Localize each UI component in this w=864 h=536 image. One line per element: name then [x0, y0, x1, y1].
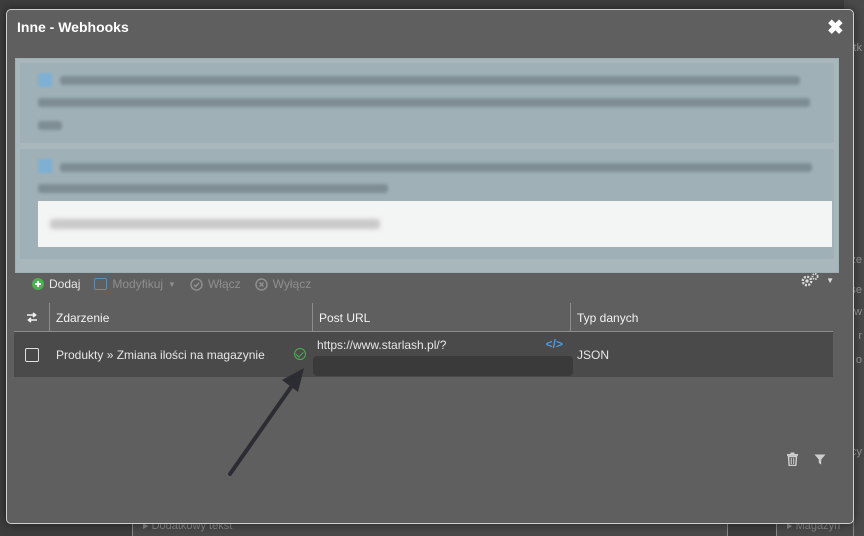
enable-label: Włącz [207, 277, 241, 291]
column-header-data-type[interactable]: Typ danych [571, 303, 833, 332]
table-row[interactable]: Produkty » Zmiana ilości na magazynie ht… [14, 332, 833, 377]
data-type-text: JSON [577, 347, 610, 362]
check-circle-icon [190, 277, 203, 291]
disable-label: Wyłącz [272, 277, 312, 291]
plus-circle-icon [32, 278, 44, 290]
row-select-cell [14, 332, 50, 377]
chevron-down-icon: ▼ [826, 275, 834, 285]
modify-label: Modyfikuj [112, 277, 164, 291]
post-url-cell: https://www.starlash.pl/? </> [313, 332, 573, 377]
toolbar: Dodaj Modyfikuj ▼ Włącz Wyłącz [32, 274, 311, 294]
background-text: o [855, 354, 862, 366]
info-icon [38, 159, 52, 173]
add-label: Dodaj [49, 277, 81, 291]
swap-icon [26, 312, 37, 323]
trash-icon[interactable] [786, 452, 799, 466]
enable-button[interactable]: Włącz [190, 277, 241, 291]
background-text: r [858, 330, 862, 342]
info-box-2 [20, 149, 834, 259]
post-url-text: https://www.starlash.pl/? [317, 338, 447, 352]
webhooks-modal: Inne - Webhooks ✖ [6, 9, 854, 524]
data-type-cell: JSON [571, 332, 833, 377]
modal-title: Inne - Webhooks [17, 19, 129, 35]
disable-button[interactable]: Wyłącz [254, 277, 312, 291]
close-icon[interactable]: ✖ [827, 18, 844, 38]
row-checkbox[interactable] [25, 347, 39, 362]
background-text: w [854, 306, 862, 318]
column-header-post-url[interactable]: Post URL [313, 303, 571, 332]
webhooks-table: Zdarzenie Post URL Typ danych Produkty »… [14, 303, 833, 377]
modal-header: Inne - Webhooks ✖ [7, 10, 853, 48]
x-circle-icon [254, 277, 268, 291]
info-icon [38, 73, 52, 87]
settings-dropdown-button[interactable]: ▼ [800, 272, 834, 288]
column-header-event[interactable]: Zdarzenie [50, 303, 313, 332]
select-column-header[interactable] [14, 303, 50, 332]
chevron-down-icon: ▼ [168, 279, 176, 289]
add-button[interactable]: Dodaj [32, 277, 80, 291]
info-panel [15, 58, 839, 273]
annotation-arrow [228, 368, 304, 476]
gear-icon [801, 273, 819, 287]
filter-icon[interactable] [814, 454, 826, 465]
table-header: Zdarzenie Post URL Typ danych [14, 303, 833, 332]
url-secondary-field [313, 356, 573, 376]
edit-icon [94, 278, 108, 290]
code-icon[interactable]: </> [546, 337, 563, 351]
info-box-1 [20, 63, 834, 143]
modify-button[interactable]: Modyfikuj ▼ [94, 277, 176, 291]
info-input-field [38, 201, 832, 247]
